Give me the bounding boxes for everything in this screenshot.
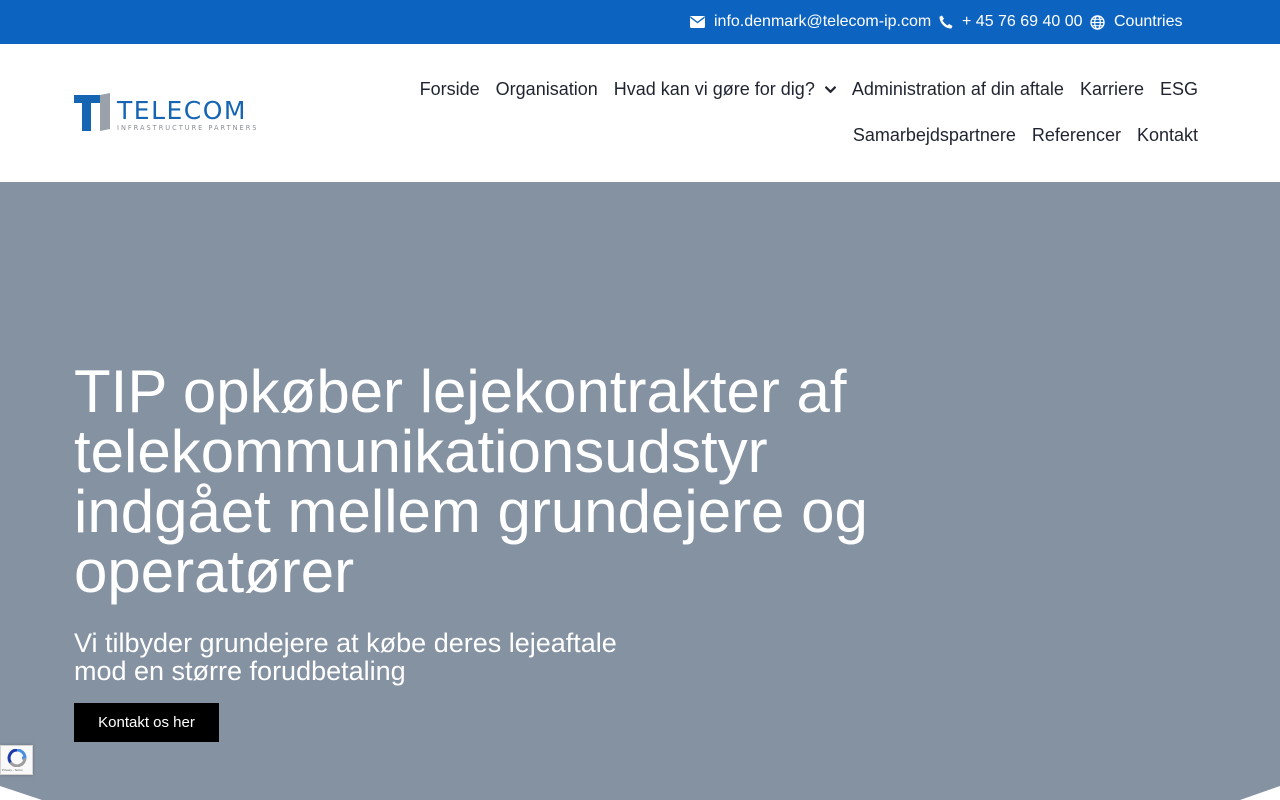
- hero-subtitle: Vi tilbyder grundejere at købe deres lej…: [74, 628, 617, 686]
- top-contact-bar: info.denmark@telecom-ip.com + 45 76 69 4…: [0, 0, 1280, 44]
- chevron-down-icon: [824, 85, 836, 93]
- phone-icon: [939, 15, 953, 29]
- main-nav-row-2: Samarbejdspartnere Referencer Kontakt: [853, 120, 1198, 150]
- logo-wordmark: TELECOM: [117, 96, 247, 125]
- phone-text: + 45 76 69 40 00: [962, 13, 1083, 30]
- nav-karriere[interactable]: Karriere: [1080, 79, 1144, 100]
- nav-services-dropdown[interactable]: Hvad kan vi gøre for dig?: [614, 79, 836, 100]
- hero-section: TIP opkøber lejekontrakter af telekommun…: [0, 182, 1280, 800]
- nav-organisation[interactable]: Organisation: [496, 79, 598, 100]
- recaptcha-badge[interactable]: Privacy - Terms: [0, 745, 33, 775]
- envelope-icon: [690, 16, 705, 28]
- globe-icon: [1090, 14, 1105, 30]
- phone-link[interactable]: + 45 76 69 40 00: [939, 0, 1083, 44]
- nav-administration[interactable]: Administration af din aftale: [852, 79, 1064, 100]
- nav-referencer[interactable]: Referencer: [1032, 125, 1121, 146]
- logo-subtitle: INFRASTRUCTURE PARTNERS: [117, 124, 259, 132]
- email-text: info.denmark@telecom-ip.com: [714, 13, 932, 30]
- contact-cta-button[interactable]: Kontakt os her: [74, 703, 219, 742]
- logo-mark-icon: [74, 93, 110, 131]
- countries-link[interactable]: Countries: [1090, 0, 1182, 44]
- recaptcha-text: Privacy - Terms: [2, 768, 23, 772]
- main-nav-row-1: Forside Organisation Hvad kan vi gøre fo…: [420, 74, 1198, 104]
- nav-kontakt[interactable]: Kontakt: [1137, 125, 1198, 146]
- recaptcha-icon: [7, 749, 27, 767]
- hero-title: TIP opkøber lejekontrakter af telekommun…: [74, 358, 868, 605]
- site-logo[interactable]: TELECOM INFRASTRUCTURE PARTNERS: [74, 93, 260, 135]
- site-header: TELECOM INFRASTRUCTURE PARTNERS Forside …: [0, 44, 1280, 182]
- email-link[interactable]: info.denmark@telecom-ip.com: [690, 0, 931, 44]
- nav-samarbejdspartnere[interactable]: Samarbejdspartnere: [853, 125, 1016, 146]
- countries-text: Countries: [1114, 13, 1183, 30]
- nav-forside[interactable]: Forside: [420, 79, 480, 100]
- nav-esg[interactable]: ESG: [1160, 79, 1198, 100]
- hero-bottom-divider: [0, 786, 1280, 800]
